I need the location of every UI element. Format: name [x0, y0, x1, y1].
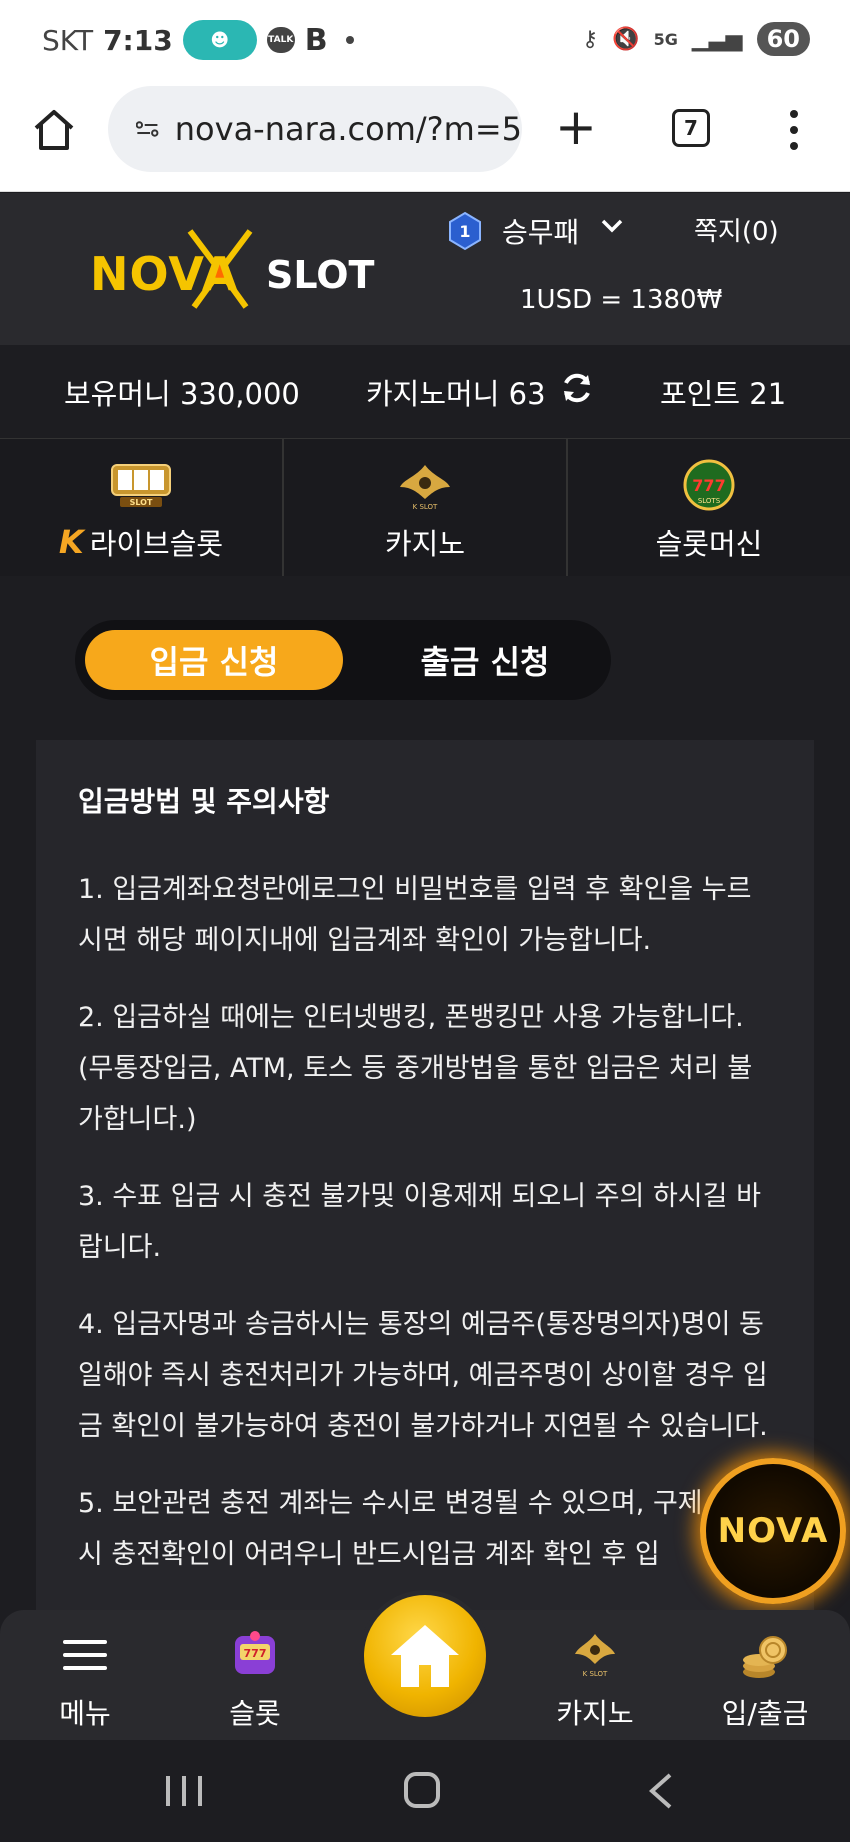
site-header: NOVA SLOT 1 승무패 쪽지(0) 1USD = 1380₩ [0, 193, 850, 345]
call-pill-icon: ☻ [182, 20, 257, 60]
username[interactable]: 승무패 [502, 211, 579, 251]
nav-menu-button[interactable]: 메뉴 [10, 1628, 160, 1732]
notice-title: 입금방법 및 주의사항 [78, 785, 330, 818]
k-slot-icon: K SLOT [400, 465, 450, 511]
notification-dot-icon [345, 36, 354, 44]
browser-toolbar: nova-nara.com/?m=5 + 7 [0, 80, 850, 192]
logo-subtext: SLOT [266, 253, 375, 297]
svg-text:777: 777 [692, 476, 725, 495]
tab-switcher-button[interactable]: 7 [672, 109, 710, 147]
svg-text:K SLOT: K SLOT [413, 503, 438, 511]
tab-label: 라이브슬롯 [89, 527, 224, 561]
address-bar[interactable]: nova-nara.com/?m=5 [108, 86, 522, 172]
withdraw-request-tab[interactable]: 출금 신청 [375, 630, 595, 690]
home-button[interactable] [359, 1590, 491, 1722]
balance-casino: 카지노머니 63 [366, 377, 546, 411]
home-icon[interactable] [30, 106, 78, 154]
messages-link[interactable]: 쪽지(0) [694, 211, 779, 248]
777-slots-icon: 777 SLOTS [683, 459, 735, 511]
nav-label: 카지노 [556, 1697, 634, 1730]
tab-casino[interactable]: K SLOT 카지노 [284, 439, 568, 576]
slot-machine-icon: 777 [235, 1631, 275, 1674]
refresh-icon[interactable] [560, 371, 594, 405]
tab-slot-machine[interactable]: 777 SLOTS 슬롯머신 [568, 439, 850, 576]
exchange-rate: 1USD = 1380₩ [520, 285, 723, 315]
talk-icon: TALK [266, 27, 295, 53]
tab-label: 슬롯머신 [655, 527, 763, 561]
more-menu-icon[interactable] [788, 110, 800, 150]
network-label: 5G [653, 29, 678, 49]
category-tabs: SLOT K 라이브슬롯 K SLOT 카지노 777 SLOTS 슬롯머신 [0, 438, 850, 576]
system-home-icon[interactable] [404, 1772, 440, 1808]
logo-text: NOVA [90, 247, 239, 301]
notice-item: 3. 수표 입금 시 충전 불가및 이용제재 되오니 주의 하시길 바랍니다. [78, 1181, 761, 1263]
notice-item: 2. 입금하실 때에는 인터넷뱅킹, 폰뱅킹만 사용 가능합니다.(무통장입금,… [78, 1002, 753, 1135]
k-slot-icon: K SLOT [575, 1634, 615, 1678]
nav-label: 메뉴 [59, 1697, 111, 1730]
fab-label: NOVA [717, 1511, 829, 1551]
nav-casino-button[interactable]: K SLOT 카지노 [520, 1628, 670, 1732]
key-icon: ⚷ [582, 26, 599, 52]
site-settings-icon[interactable] [136, 117, 159, 141]
carrier-label: SKT [42, 23, 94, 57]
deposit-request-tab[interactable]: 입금 신청 [85, 630, 343, 690]
svg-text:SLOT: SLOT [130, 498, 153, 507]
mute-icon: 🔇 [612, 26, 640, 52]
nav-slot-button[interactable]: 777 슬롯 [180, 1628, 330, 1732]
k-brand-icon: K [58, 523, 84, 561]
chevron-down-icon[interactable] [600, 217, 624, 235]
tab-label: 카지노 [384, 527, 466, 561]
notice-item: 4. 입금자명과 송금하시는 통장의 예금주(통장명의자)명이 동일해야 즉시 … [78, 1309, 768, 1442]
nav-label: 입/출금 [721, 1697, 809, 1730]
home-icon [391, 1625, 459, 1687]
svg-text:K SLOT: K SLOT [583, 1670, 608, 1678]
url-text[interactable]: nova-nara.com/?m=5 [175, 110, 522, 148]
live-slot-icon: SLOT [111, 464, 171, 507]
deposit-withdraw-toggle: 입금 신청 출금 신청 [75, 620, 611, 700]
back-icon[interactable] [646, 1772, 676, 1810]
balance-money: 보유머니 330,000 [64, 377, 300, 411]
nav-deposit-withdraw-button[interactable]: 입/출금 [690, 1628, 840, 1732]
new-tab-icon[interactable]: + [555, 102, 597, 152]
status-bar: SKT 7:13 ☻ TALK B ⚷ 🔇 5G ▁▃▅ 60 [0, 0, 850, 80]
balance-row: 보유머니 330,000 카지노머니 63 포인트 21 [0, 345, 850, 437]
system-nav-bar [0, 1740, 850, 1842]
clock: 7:13 [103, 23, 173, 57]
menu-icon [63, 1640, 107, 1670]
level-badge-icon: 1 [449, 211, 481, 251]
svg-text:SLOTS: SLOTS [698, 497, 721, 505]
b-app-icon: B [304, 22, 328, 58]
signal-icon: ▁▃▅ [691, 26, 743, 52]
deposit-notice-panel: 입금방법 및 주의사항 1. 입금계좌요청란에로그인 비밀번호를 입력 후 확인… [36, 740, 814, 1640]
svg-text:777: 777 [244, 1647, 267, 1660]
nav-label: 슬롯 [229, 1697, 281, 1730]
coins-icon [743, 1636, 787, 1678]
tab-live-slot[interactable]: SLOT K 라이브슬롯 [0, 439, 284, 576]
nova-slot-logo[interactable]: NOVA SLOT [88, 223, 378, 313]
level-number: 1 [459, 222, 470, 241]
battery-level: 60 [756, 22, 810, 56]
balance-point: 포인트 21 [660, 377, 787, 411]
notice-item: 5. 보안관련 충전 계좌는 수시로 변경될 수 있으며, 구제 입금 시 충전… [78, 1488, 761, 1570]
recent-apps-icon[interactable] [166, 1776, 202, 1806]
notice-item: 1. 입금계좌요청란에로그인 비밀번호를 입력 후 확인을 누르시면 해당 페이… [78, 874, 752, 956]
nova-floating-button[interactable]: NOVA [700, 1458, 846, 1604]
